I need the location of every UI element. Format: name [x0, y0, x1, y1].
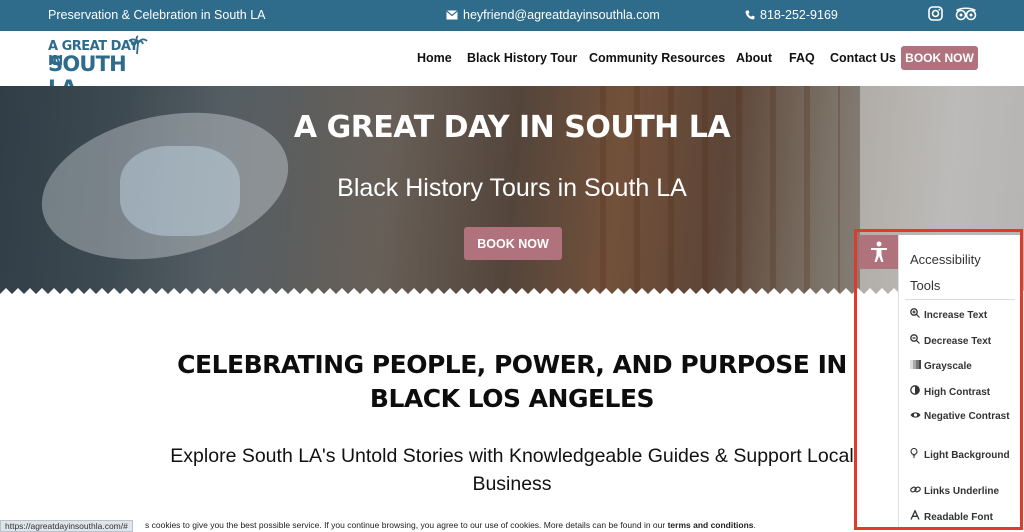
terms-link[interactable]: terms and conditions [668, 520, 754, 530]
status-bar-url: https://agreatdayinsouthla.com/# [0, 520, 133, 532]
phone-icon [745, 10, 755, 20]
nav-home[interactable]: Home [417, 51, 452, 65]
palm-tree-icon [128, 35, 148, 60]
sub-heading: Explore South LA's Untold Stories with K… [170, 445, 854, 495]
cookie-message: s cookies to give you the best possible … [145, 520, 668, 530]
top-bar: Preservation & Celebration in South LA h… [0, 0, 1024, 31]
nav-black-history-tour[interactable]: Black History Tour [467, 51, 577, 65]
highlight-annotation [854, 229, 1023, 530]
hero-book-now-button[interactable]: BOOK NOW [464, 227, 562, 260]
email-link[interactable]: heyfriend@agreatdayinsouthla.com [446, 8, 660, 22]
cookie-end: . [753, 520, 756, 530]
hero-title: A GREAT DAY IN SOUTH LA [293, 110, 731, 145]
phone-link[interactable]: 818-252-9169 [745, 8, 838, 22]
cookie-text: s cookies to give you the best possible … [145, 520, 756, 530]
nav-contact-us[interactable]: Contact Us [830, 51, 896, 65]
nav-book-now-button[interactable]: BOOK NOW [901, 46, 978, 70]
instagram-icon[interactable] [928, 6, 943, 21]
site-header: A GREAT DAY IN SOUTH LA Home Black Histo… [0, 31, 1024, 100]
social-links [928, 6, 977, 21]
site-logo[interactable]: A GREAT DAY IN SOUTH LA [48, 35, 156, 100]
main-heading: CELEBRATING PEOPLE, POWER, AND PURPOSE I… [177, 350, 847, 413]
nav-community-resources[interactable]: Community Resources [589, 51, 725, 65]
tripadvisor-icon[interactable] [955, 6, 977, 21]
email-icon [446, 10, 458, 20]
nav-faq[interactable]: FAQ [789, 51, 815, 65]
hero-subtitle: Black History Tours in South LA [337, 174, 687, 202]
phone-text: 818-252-9169 [760, 8, 838, 22]
email-text: heyfriend@agreatdayinsouthla.com [463, 8, 660, 22]
nav-about[interactable]: About [736, 51, 772, 65]
tagline: Preservation & Celebration in South LA [48, 8, 266, 22]
